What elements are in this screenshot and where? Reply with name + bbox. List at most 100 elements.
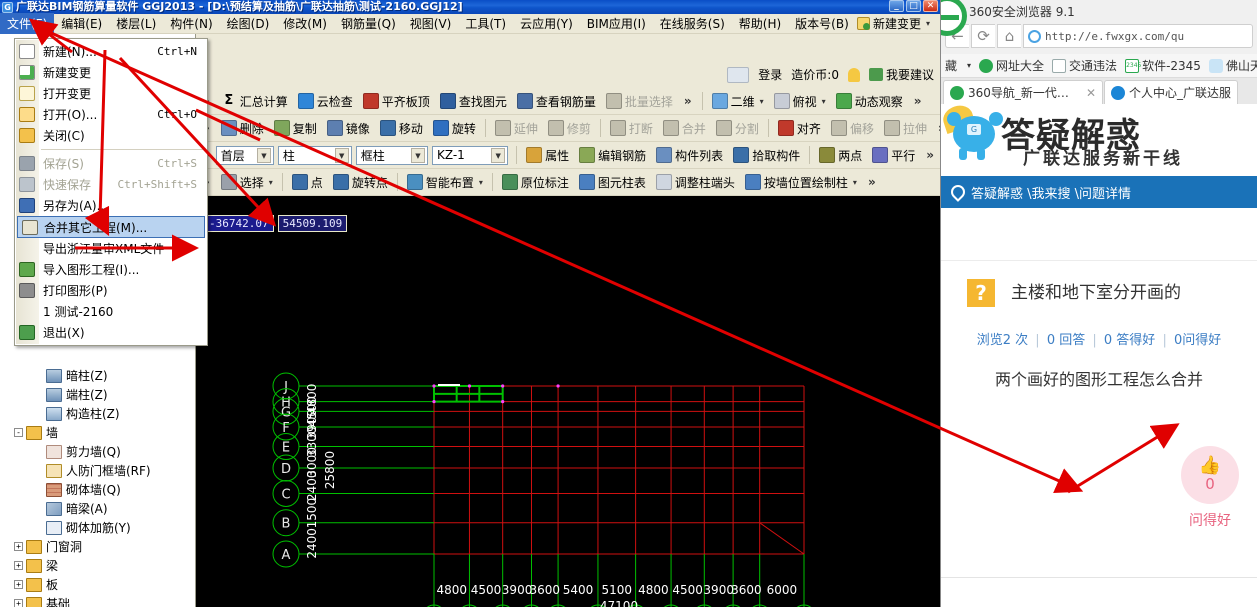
bookmark-2[interactable]: 交通违法 <box>1052 57 1117 74</box>
file-menu-item-9[interactable]: 合并其它工程(M)... <box>17 216 205 238</box>
chevron-down-icon[interactable]: ▼ <box>256 147 271 163</box>
tree-node-2[interactable]: 构造柱(Z) <box>0 404 195 423</box>
file-menu-item-11[interactable]: 导入图形工程(I)... <box>15 259 207 280</box>
bookmark-3[interactable]: 2345 软件-2345 <box>1125 57 1201 74</box>
file-menu-item-12[interactable]: 打印图形(P) <box>15 280 207 301</box>
chevron-down-icon[interactable]: ▾ <box>853 178 857 187</box>
tool-properties[interactable]: 属性 <box>521 145 574 166</box>
close-button[interactable]: ✕ <box>923 0 938 12</box>
toolbar-overflow-mid[interactable]: » <box>678 94 698 108</box>
reload-button[interactable]: ⟳ <box>971 24 995 48</box>
file-menu-item-0[interactable]: 新建(N)... Ctrl+N <box>15 41 207 62</box>
new-change-button[interactable]: 新建变更 ▾ <box>856 15 940 32</box>
file-menu-item-10[interactable]: 导出浙江量审XML文件 <box>15 238 207 259</box>
tool-rotate[interactable]: 旋转 <box>428 118 481 139</box>
chevron-down-icon[interactable]: ▼ <box>334 147 349 163</box>
menu-12[interactable]: 帮助(H) <box>732 13 788 35</box>
tree-node-5[interactable]: 人防门框墙(RF) <box>0 461 195 480</box>
tree-node-9[interactable]: + 门窗洞 <box>0 537 195 556</box>
chevron-down-icon[interactable]: ▼ <box>491 147 506 163</box>
category-select[interactable]: 柱 ▼ <box>277 145 352 165</box>
tool-align-slab[interactable]: 平齐板顶 <box>358 91 435 112</box>
orbit-orbit[interactable]: 动态观察 <box>831 91 908 112</box>
toolbar2-overflow-right[interactable]: » <box>932 121 940 135</box>
chevron-down-icon[interactable]: ▾ <box>822 97 826 106</box>
bookmark-1[interactable]: 网址大全 <box>979 57 1044 74</box>
tool-view-rebar[interactable]: 查看钢筋量 <box>512 91 601 112</box>
file-menu-item-8[interactable]: 另存为(A)... <box>15 195 207 216</box>
menu-6[interactable]: 钢筋量(Q) <box>334 13 403 35</box>
coordinate-y[interactable]: 54509.109 <box>277 215 348 232</box>
toolbar3-overflow-right[interactable]: » <box>920 148 940 162</box>
home-button[interactable]: ⌂ <box>997 24 1021 48</box>
tool-element-column-table[interactable]: 图元柱表 <box>574 172 651 193</box>
vote-widget[interactable]: 👍 0 问得好 <box>1177 446 1243 530</box>
menu-3[interactable]: 构件(N) <box>163 13 219 35</box>
tree-node-3[interactable]: -墙 <box>0 423 195 442</box>
tool-in-place-note[interactable]: 原位标注 <box>497 172 574 193</box>
close-icon[interactable]: ✕ <box>1086 86 1096 100</box>
tool-smart-place[interactable]: 智能布置 ▾ <box>402 172 488 193</box>
browser-tab-0[interactable]: 360导航_新一代安全上网 ✕ <box>943 80 1103 104</box>
tool-copy[interactable]: 复制 <box>269 118 322 139</box>
tree-node-10[interactable]: + 梁 <box>0 556 195 575</box>
menu-4[interactable]: 绘图(D) <box>220 13 277 35</box>
minimize-button[interactable]: _ <box>889 0 904 12</box>
tool-cursor[interactable]: 选择 ▾ <box>216 172 278 193</box>
expand-icon[interactable]: + <box>14 580 23 589</box>
tree-node-7[interactable]: 暗梁(A) <box>0 499 195 518</box>
tree-node-12[interactable]: + 基础 <box>0 594 195 607</box>
collapse-icon[interactable]: - <box>14 428 23 437</box>
file-menu-item-14[interactable]: 退出(X) <box>15 322 207 343</box>
tool-point[interactable]: 点 <box>287 172 328 193</box>
maximize-button[interactable]: □ <box>906 0 921 12</box>
browser-tab-1[interactable]: 个人中心_广联达服 <box>1104 80 1239 104</box>
tree-node-6[interactable]: 砌体墙(Q) <box>0 480 195 499</box>
tool-member-list[interactable]: 构件列表 <box>651 145 728 166</box>
tool-two-point[interactable]: 两点 <box>814 145 867 166</box>
tool-rotate-point[interactable]: 旋转点 <box>328 172 393 193</box>
file-menu-item-2[interactable]: 打开变更 <box>15 83 207 104</box>
menu-10[interactable]: BIM应用(I) <box>580 13 653 35</box>
file-menu-item-4[interactable]: 关闭(C) <box>15 125 207 146</box>
expand-icon[interactable]: + <box>14 542 23 551</box>
tree-node-11[interactable]: + 板 <box>0 575 195 594</box>
menu-9[interactable]: 云应用(Y) <box>513 13 580 35</box>
tree-node-8[interactable]: 砌体加筋(Y) <box>0 518 195 537</box>
file-menu-item-1[interactable]: 新建变更 <box>15 62 207 83</box>
file-menu-item-13[interactable]: 1 测试-2160 <box>15 301 207 322</box>
menu-1[interactable]: 编辑(E) <box>54 13 109 35</box>
expand-icon[interactable]: + <box>14 561 23 570</box>
tool-draw-column-by-wall[interactable]: 按墙位置绘制柱 ▾ <box>740 172 862 193</box>
chevron-down-icon[interactable]: ▾ <box>269 178 273 187</box>
tool-adjust-column-end[interactable]: 调整柱端头 <box>651 172 740 193</box>
projection-cube[interactable]: 俯视 ▾ <box>769 91 831 112</box>
bookmark-0[interactable]: 藏 <box>945 57 957 74</box>
tool-mirror[interactable]: 镜像 <box>322 118 375 139</box>
menu-11[interactable]: 在线服务(S) <box>653 13 732 35</box>
login-link[interactable]: 登录 <box>758 66 782 83</box>
menu-13[interactable]: 版本号(B) <box>788 13 856 35</box>
menu-5[interactable]: 修改(M) <box>276 13 334 35</box>
chevron-down-icon[interactable]: ▾ <box>479 178 483 187</box>
bookmark-4[interactable]: 佛山天 <box>1208 57 1257 74</box>
menu-7[interactable]: 视图(V) <box>403 13 459 35</box>
type-select[interactable]: 框柱 ▼ <box>355 145 428 165</box>
file-menu-item-3[interactable]: 打开(O)... Ctrl+O <box>15 104 207 125</box>
bell-icon[interactable] <box>847 67 860 82</box>
cad-drawing-canvas[interactable]: -36742.07 54509.109 J H G F E D C B A 4800 4500 390… <box>196 196 940 607</box>
tool-find-element[interactable]: 查找图元 <box>435 91 512 112</box>
menu-2[interactable]: 楼层(L) <box>109 13 163 35</box>
tool-pick-member[interactable]: 拾取构件 <box>728 145 805 166</box>
tool-delete[interactable]: 删除 <box>216 118 269 139</box>
tool-cloud-check[interactable]: 云检查 <box>293 91 358 112</box>
address-bar[interactable]: http://e.fwxgx.com/qu <box>1023 24 1253 48</box>
suggest-button[interactable]: 我要建议 <box>868 66 934 83</box>
bookmarks-chevron-down-icon[interactable]: ▾ <box>967 61 971 70</box>
vote-button[interactable]: 👍 0 <box>1181 446 1239 504</box>
chevron-down-icon[interactable]: ▼ <box>410 147 425 163</box>
expand-icon[interactable]: + <box>14 599 23 607</box>
view-mode-square-2d[interactable]: 二维 ▾ <box>707 91 769 112</box>
chevron-down-icon[interactable]: ▾ <box>760 97 764 106</box>
floor-select[interactable]: 首层 ▼ <box>215 145 274 165</box>
